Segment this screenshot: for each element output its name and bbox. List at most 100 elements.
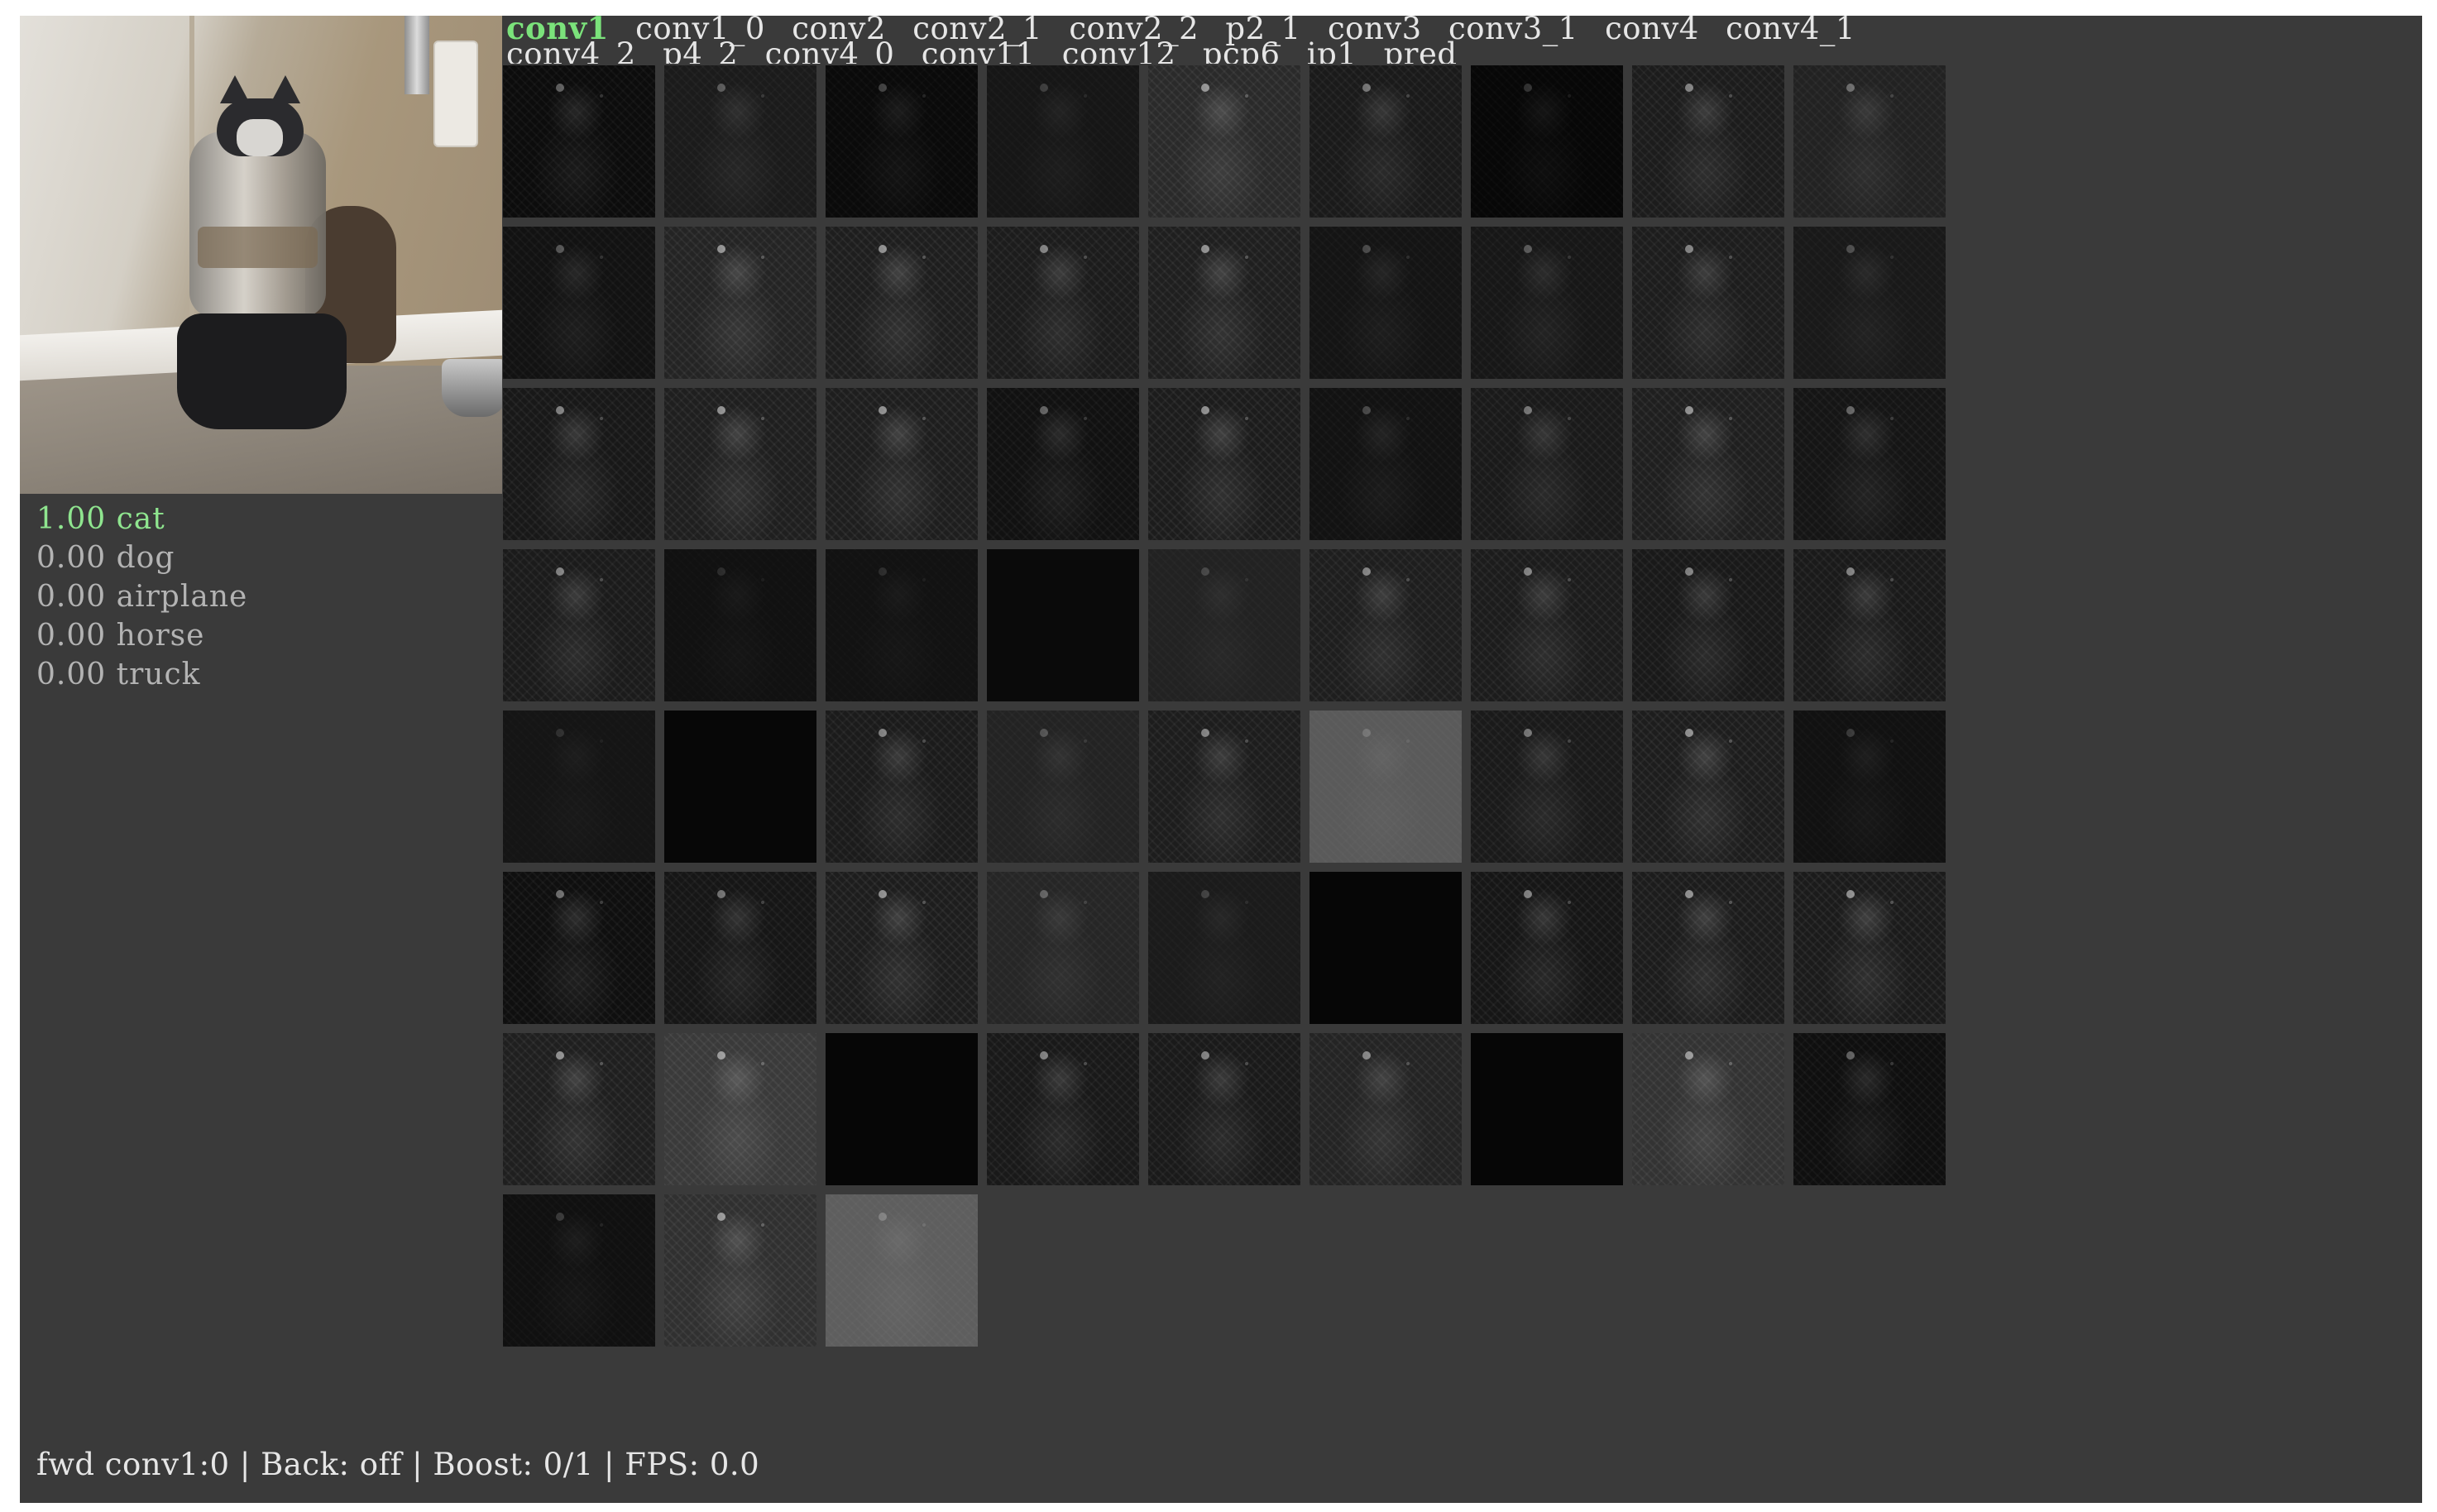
prediction-label: truck — [116, 658, 201, 691]
prediction-label: dog — [116, 541, 175, 575]
feature-map-tile[interactable] — [503, 1033, 655, 1185]
feature-map-tile[interactable] — [1309, 227, 1462, 379]
layer-tab-conv4-2[interactable]: conv4_2 — [506, 36, 636, 64]
feature-map-tile[interactable] — [1471, 227, 1623, 379]
layer-tab-conv4-0[interactable]: conv4_0 — [765, 36, 895, 64]
prediction-row: 1.00 cat — [36, 500, 247, 538]
feature-map-tile[interactable] — [1148, 65, 1300, 218]
feature-map-tile[interactable] — [826, 1033, 978, 1185]
cat-face — [237, 119, 283, 156]
feature-map-tile[interactable] — [664, 549, 816, 701]
layer-tab-pred[interactable]: pred — [1384, 36, 1458, 64]
layer-tab-p4-2[interactable]: p4_2 — [663, 36, 738, 64]
feature-map-tile[interactable] — [1471, 872, 1623, 1024]
feature-map-tile[interactable] — [1793, 65, 1946, 218]
feature-map-tile[interactable] — [1148, 1033, 1300, 1185]
feature-map-tile[interactable] — [664, 1033, 816, 1185]
feature-map-tile[interactable] — [1793, 388, 1946, 540]
feature-map-tile[interactable] — [503, 872, 655, 1024]
feature-map-tile[interactable] — [1471, 65, 1623, 218]
feature-map-tile[interactable] — [987, 65, 1139, 218]
layer-tab-conv12[interactable]: conv12 — [1062, 36, 1176, 64]
layer-tab-ip1[interactable]: ip1 — [1307, 36, 1357, 64]
feature-map-tile[interactable] — [987, 388, 1139, 540]
layer-tabs: conv1 conv1_0 conv2 conv2_1 conv2_2 p2_1… — [506, 16, 1962, 64]
status-bar: fwd conv1:0 | Back: off | Boost: 0/1 | F… — [36, 1447, 760, 1482]
feature-map-tile[interactable] — [1632, 872, 1784, 1024]
prediction-label: horse — [116, 619, 205, 653]
feature-map-tile[interactable] — [503, 227, 655, 379]
feature-map-tile[interactable] — [1793, 711, 1946, 863]
feature-map-tile[interactable] — [1793, 1033, 1946, 1185]
feature-map-tile[interactable] — [826, 227, 978, 379]
layer-tab-conv4[interactable]: conv4 — [1605, 16, 1699, 46]
prediction-row: 0.00 airplane — [36, 577, 247, 616]
prediction-label: cat — [116, 502, 165, 536]
feature-map-tile[interactable] — [1148, 549, 1300, 701]
feature-map-tile[interactable] — [1632, 711, 1784, 863]
feature-map-tile[interactable] — [1309, 65, 1462, 218]
feature-map-tile[interactable] — [503, 549, 655, 701]
layer-tab-conv3-1[interactable]: conv3_1 — [1448, 16, 1578, 46]
feature-map-tile[interactable] — [987, 1033, 1139, 1185]
feature-map-tile[interactable] — [826, 711, 978, 863]
feature-map-tile[interactable] — [664, 1194, 816, 1347]
feature-map-tile[interactable] — [1632, 65, 1784, 218]
feature-map-tile[interactable] — [987, 711, 1139, 863]
feature-map-tile[interactable] — [826, 872, 978, 1024]
feature-map-tile[interactable] — [1471, 711, 1623, 863]
deepvis-window: 1.00 cat 0.00 dog 0.00 airplane 0.00 horse 0… — [20, 16, 2422, 1503]
feature-map-tile[interactable] — [1632, 388, 1784, 540]
feature-map-tile[interactable] — [826, 549, 978, 701]
prediction-row: 0.00 truck — [36, 655, 247, 694]
prediction-score: 1.00 — [36, 502, 107, 536]
prediction-list: 1.00 cat 0.00 dog 0.00 airplane 0.00 horse 0… — [36, 500, 247, 694]
feature-map-tile[interactable] — [1632, 227, 1784, 379]
water-jug-band — [198, 227, 318, 268]
feature-map-tile[interactable] — [1148, 872, 1300, 1024]
prediction-score: 0.00 — [36, 619, 107, 653]
prediction-label: airplane — [116, 580, 248, 614]
feature-map-tile[interactable] — [826, 1194, 978, 1347]
feature-map-tile[interactable] — [664, 65, 816, 218]
prediction-row: 0.00 dog — [36, 538, 247, 577]
feature-map-tile[interactable] — [826, 65, 978, 218]
feature-map-grid — [503, 65, 1959, 1347]
feature-map-tile[interactable] — [1793, 549, 1946, 701]
feature-map-tile[interactable] — [1793, 227, 1946, 379]
feature-map-tile[interactable] — [1471, 1033, 1623, 1185]
wall-outlet — [433, 41, 478, 147]
feature-map-tile[interactable] — [987, 227, 1139, 379]
feature-map-tile[interactable] — [664, 388, 816, 540]
prediction-score: 0.00 — [36, 541, 107, 575]
layer-tab-conv11[interactable]: conv11 — [922, 36, 1036, 64]
feature-map-tile[interactable] — [1632, 549, 1784, 701]
feature-map-tile[interactable] — [1471, 549, 1623, 701]
feature-map-tile[interactable] — [1309, 872, 1462, 1024]
feature-map-tile[interactable] — [1793, 872, 1946, 1024]
layer-tab-pcp6[interactable]: pcp6 — [1203, 36, 1281, 64]
feature-map-tile[interactable] — [1309, 711, 1462, 863]
feature-map-tile[interactable] — [1309, 388, 1462, 540]
feature-map-tile[interactable] — [1309, 549, 1462, 701]
feature-map-tile[interactable] — [503, 1194, 655, 1347]
feature-map-tile[interactable] — [503, 711, 655, 863]
feature-map-tile[interactable] — [664, 227, 816, 379]
dispenser-base — [177, 313, 347, 429]
layer-tab-conv4-1[interactable]: conv4_1 — [1726, 16, 1855, 46]
feature-map-tile[interactable] — [664, 711, 816, 863]
feature-map-tile[interactable] — [987, 872, 1139, 1024]
feature-map-tile[interactable] — [1148, 388, 1300, 540]
feature-map-tile[interactable] — [1148, 227, 1300, 379]
feature-map-tile[interactable] — [503, 388, 655, 540]
water-jug — [189, 132, 326, 318]
feature-map-tile[interactable] — [1309, 1033, 1462, 1185]
camera-preview — [20, 16, 502, 494]
feature-map-tile[interactable] — [664, 872, 816, 1024]
feature-map-tile[interactable] — [1148, 711, 1300, 863]
feature-map-tile[interactable] — [826, 388, 978, 540]
feature-map-tile[interactable] — [503, 65, 655, 218]
feature-map-tile[interactable] — [987, 549, 1139, 701]
feature-map-tile[interactable] — [1471, 388, 1623, 540]
feature-map-tile[interactable] — [1632, 1033, 1784, 1185]
